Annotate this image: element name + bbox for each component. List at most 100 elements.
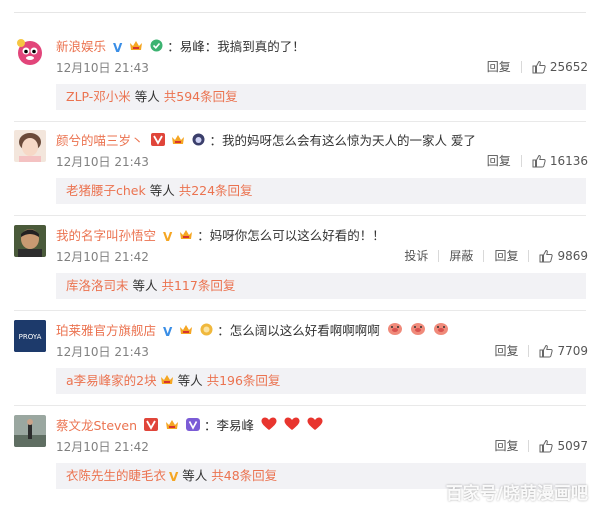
avatar[interactable]: [14, 415, 46, 447]
comment-actions: 回复 7709: [494, 343, 588, 359]
username-link[interactable]: 新浪娱乐: [56, 39, 106, 54]
like-count: 7709: [557, 344, 588, 358]
watermark: 百家号/晓萌漫画吧: [445, 484, 588, 504]
thumbs-up-icon: [532, 60, 546, 74]
like-button[interactable]: 16136: [532, 153, 588, 169]
heart-icon: [307, 417, 323, 437]
thumbs-up-icon: [532, 154, 546, 168]
reply-middle: 等人: [173, 373, 207, 388]
reply-middle: 等人: [128, 278, 162, 293]
report-button[interactable]: 投诉: [404, 248, 428, 264]
green-check-icon[interactable]: [150, 38, 163, 58]
reply-summary[interactable]: ZLP-邓小米 等人 共594条回复: [56, 84, 586, 110]
comment-item: 新浪娱乐 V ：易峰：我搞到真的了！ 12月10日 21:43 回复 25652…: [0, 36, 600, 132]
divider: [14, 215, 586, 216]
medal-icon[interactable]: [200, 322, 213, 342]
comment-item: 我的名字叫孙悟空 V ：妈呀你怎么可以这么好看的！！ 12月10日 21:42 …: [0, 225, 600, 321]
divider: [14, 405, 586, 406]
comment-actions: 回复 25652: [487, 59, 588, 75]
reply-summary[interactable]: 老猪腰子chek 等人 共224条回复: [56, 178, 586, 204]
reply-count-link[interactable]: 共594条回复: [164, 89, 238, 104]
like-count: 9869: [557, 249, 588, 263]
reply-button[interactable]: 回复: [487, 153, 511, 169]
comment-text: ：易峰：我搞到真的了！: [167, 39, 305, 54]
avatar[interactable]: [14, 130, 46, 162]
heart-icon: [284, 417, 300, 437]
top-divider: [14, 12, 586, 13]
separator: [528, 440, 530, 452]
comment-line: 珀莱雅官方旗舰店 V ：怎么阔以这么好看啊啊啊啊: [56, 321, 586, 341]
verified-red-icon[interactable]: [150, 132, 165, 152]
verified-red-icon[interactable]: [144, 417, 159, 437]
comment-text: ：李易峰: [203, 418, 254, 433]
heart-icon: [261, 417, 277, 437]
reply-button[interactable]: 回复: [494, 438, 518, 454]
verified-blue-icon[interactable]: V: [163, 326, 172, 338]
reply-user[interactable]: 衣陈先生的睫毛衣: [66, 468, 166, 483]
separator: [520, 155, 522, 167]
thumbs-up-icon: [539, 344, 554, 358]
vip-crown-icon[interactable]: [165, 417, 179, 437]
like-button[interactable]: 25652: [532, 59, 588, 75]
comment-time: 12月10日 21:42: [56, 440, 149, 454]
vip-crown-icon[interactable]: [129, 38, 143, 58]
like-button[interactable]: 7709: [539, 343, 588, 359]
comment-time: 12月10日 21:43: [56, 155, 149, 169]
avatar[interactable]: [14, 225, 46, 257]
reply-user[interactable]: 库洛洛司末: [66, 278, 129, 293]
like-button[interactable]: 9869: [539, 248, 588, 264]
comment-item: PROYA 珀莱雅官方旗舰店 V ：怎么阔以这么好看啊啊啊啊 12月10日 21…: [0, 320, 600, 416]
reply-button[interactable]: 回复: [494, 248, 518, 264]
comment-line: 我的名字叫孙悟空 V ：妈呀你怎么可以这么好看的！！: [56, 226, 586, 246]
like-button[interactable]: 5097: [539, 438, 588, 454]
avatar-logo-text: PROYA: [19, 333, 42, 341]
vip-crown-icon[interactable]: [179, 322, 193, 342]
vip-crown-icon[interactable]: [171, 132, 185, 152]
divider: [14, 121, 586, 122]
pig-face-icon: [433, 321, 449, 342]
comment-line: 新浪娱乐 V ：易峰：我搞到真的了！: [56, 37, 586, 57]
avatar[interactable]: PROYA: [14, 320, 46, 352]
reply-user[interactable]: a李易峰家的2块: [66, 373, 157, 388]
comment-time: 12月10日 21:42: [56, 250, 149, 264]
avatar[interactable]: [14, 36, 46, 68]
like-count: 25652: [549, 60, 588, 74]
reply-user[interactable]: 老猪腰子chek: [66, 183, 146, 198]
vip-crown-icon: [160, 369, 174, 395]
comment-actions: 回复 16136: [487, 153, 588, 169]
pig-face-icon: [410, 321, 426, 342]
username-link[interactable]: 我的名字叫孙悟空: [56, 228, 156, 243]
cat-badge-icon[interactable]: [192, 132, 205, 152]
vip-crown-icon[interactable]: [179, 227, 193, 247]
comment-text: ：妈呀你怎么可以这么好看的！！: [197, 228, 385, 243]
reply-count-link[interactable]: 共224条回复: [179, 183, 253, 198]
reply-count-link[interactable]: 共196条回复: [207, 373, 281, 388]
thumbs-up-icon: [539, 439, 554, 453]
comment-text: ：怎么阔以这么好看啊啊啊啊: [217, 323, 380, 338]
reply-user[interactable]: ZLP-邓小米: [66, 89, 131, 104]
username-link[interactable]: 颜兮的喵三岁丶: [56, 133, 144, 148]
purple-badge-icon[interactable]: [186, 417, 200, 437]
reply-summary[interactable]: 库洛洛司末 等人 共117条回复: [56, 273, 586, 299]
thumbs-up-icon: [539, 249, 554, 263]
username-link[interactable]: 珀莱雅官方旗舰店: [56, 323, 156, 338]
username-link[interactable]: 蔡文龙Steven: [56, 418, 137, 433]
reply-middle: 等人: [178, 468, 212, 483]
pig-face-icon: [387, 321, 403, 342]
comment-time: 12月10日 21:43: [56, 345, 149, 359]
reply-count-link[interactable]: 共48条回复: [211, 468, 277, 483]
reply-count-link[interactable]: 共117条回复: [161, 278, 235, 293]
reply-button[interactable]: 回复: [487, 59, 511, 75]
verified-orange-icon[interactable]: V: [163, 231, 172, 243]
separator: [528, 345, 530, 357]
reply-button[interactable]: 回复: [494, 343, 518, 359]
separator: [438, 250, 440, 262]
reply-summary[interactable]: a李易峰家的2块 等人 共196条回复: [56, 368, 586, 394]
separator: [528, 250, 530, 262]
verified-blue-icon[interactable]: V: [113, 42, 122, 54]
reply-middle: 等人: [145, 183, 179, 198]
block-button[interactable]: 屏蔽: [449, 248, 473, 264]
comment-time: 12月10日 21:43: [56, 61, 149, 75]
comment-text: ：我的妈呀怎么会有这么惊为天人的一家人 爱了: [209, 133, 476, 148]
comment-actions: 回复 5097: [494, 438, 588, 454]
